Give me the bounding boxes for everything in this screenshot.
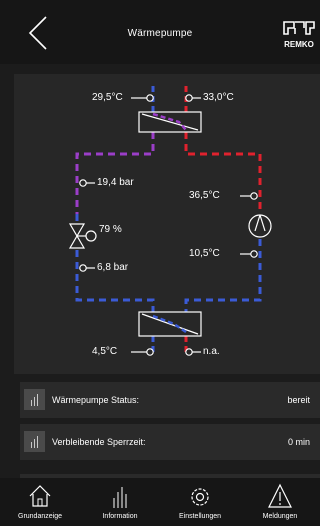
nav-einstellungen[interactable]: Einstellungen [160,478,240,526]
temp-right-upper-label: 36,5°C [189,190,220,201]
bottom-heat-exchanger [138,311,202,337]
refrigerant-circuit [68,86,272,356]
heat-pump-diagram: 29,5°C 33,0°C 19,4 bar 79 % 6,8 bar 36,5… [14,74,320,374]
nav-label: Meldungen [262,513,298,520]
temp-bottom-left-label: 4,5°C [92,346,118,357]
pipe-right-upper [184,132,262,214]
nav-label: Information [102,513,138,520]
nav-meldungen[interactable]: Meldungen [240,478,320,526]
bar-chart-icon [24,389,45,410]
bar-chart-icon [24,431,45,452]
status-value: 0 min [287,437,310,447]
status-label: Verbleibende Sperrzeit: [52,437,146,447]
top-heat-exchanger [138,111,202,133]
nav-grundanzeige[interactable]: Grundanzeige [0,478,80,526]
nav-information[interactable]: Information [80,478,160,526]
remko-logo: REMKO [283,21,315,49]
home-icon [29,485,51,507]
nav-label: Grundanzeige [18,513,62,520]
header-bar: Wärmepumpe REMKO [0,0,320,64]
temp-right-lower-label: 10,5°C [189,248,220,259]
status-row-heatpump: Wärmepumpe Status: bereit [20,382,320,418]
temp-top-right-label: 33,0°C [203,92,234,103]
warning-icon [268,483,292,508]
pipe-left-upper [75,132,155,214]
bars-icon [113,487,127,508]
status-row-lock-time: Verbleibende Sperrzeit: 0 min [20,424,320,460]
compressor-icon [248,214,272,238]
nav-label: Einstellungen [178,513,222,520]
status-value: bereit [287,395,310,405]
page-title: Wärmepumpe [127,28,193,39]
gear-icon [191,488,209,506]
valve-opening-label: 79 % [99,224,122,235]
bottom-navigation: Grundanzeige Information Einstellungen M… [0,478,320,526]
status-label: Wärmepumpe Status: [52,395,140,405]
temp-top-left-label: 29,5°C [92,92,123,103]
pressure-high-label: 19,4 bar [97,177,134,188]
pressure-low-label: 6,8 bar [97,262,129,273]
temp-bottom-right-label: n.a. [203,346,220,357]
expansion-valve-icon [68,223,97,249]
svg-text:REMKO: REMKO [284,40,314,49]
